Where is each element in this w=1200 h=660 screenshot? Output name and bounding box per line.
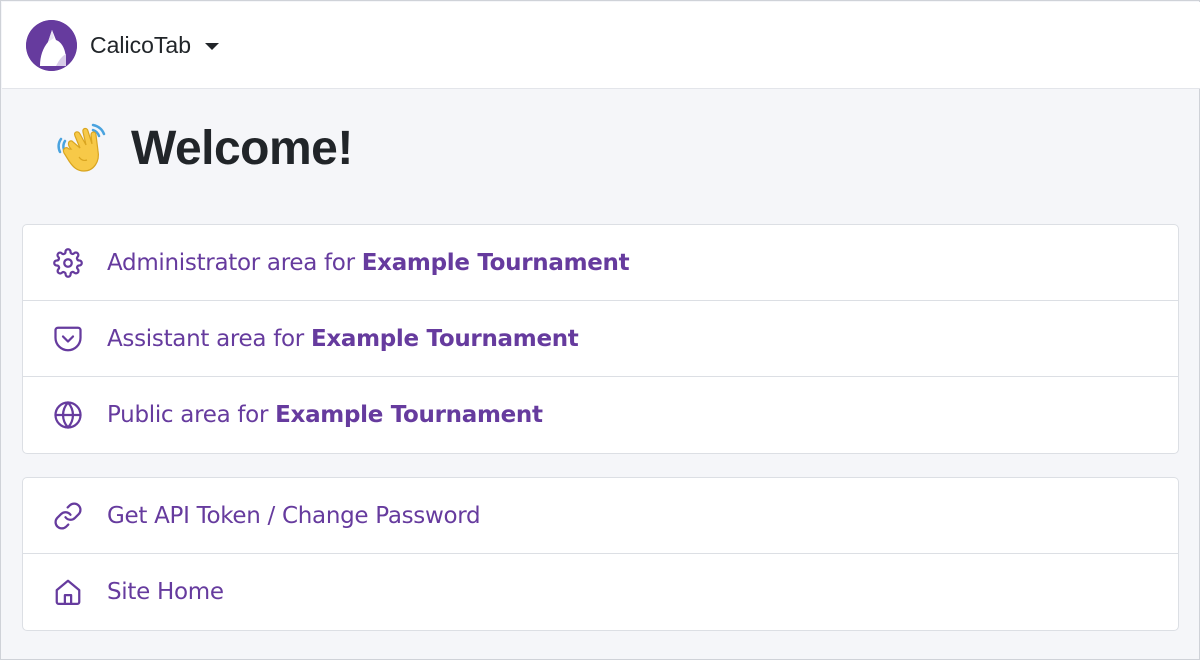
assistant-area-tournament: Example Tournament [310,325,579,352]
page-title: Welcome! [131,121,353,175]
navbar: CalicoTab [2,2,1200,89]
assistant-area-label: Assistant area for Example Tournament [107,326,579,352]
tournament-areas-list: Administrator area for Example Tournamen… [22,224,1179,454]
api-token-label: Get API Token / Change Password [107,502,481,529]
home-icon [53,577,83,607]
waving-hand-icon [57,123,106,172]
brand-dropdown-toggle[interactable]: CalicoTab [26,19,219,71]
api-token-link[interactable]: Get API Token / Change Password [23,478,1178,554]
admin-area-link[interactable]: Administrator area for Example Tournamen… [23,225,1178,301]
admin-area-prefix: Administrator area for [107,249,355,276]
account-links-list: Get API Token / Change Password Site Hom… [22,477,1179,631]
site-home-link[interactable]: Site Home [23,554,1178,630]
admin-area-label: Administrator area for Example Tournamen… [107,249,630,276]
site-home-label: Site Home [107,579,224,605]
public-area-label: Public area for Example Tournament [107,402,543,428]
link-icon [53,501,83,531]
caret-down-icon [205,42,219,50]
pocket-icon [53,324,83,354]
calicotab-logo-icon [26,19,77,71]
public-area-tournament: Example Tournament [275,402,543,428]
brand-name: CalicoTab [90,31,191,58]
globe-icon [53,400,83,430]
welcome-header: Welcome! [53,119,353,177]
public-area-link[interactable]: Public area for Example Tournament [23,377,1178,453]
assistant-area-link[interactable]: Assistant area for Example Tournament [23,301,1178,377]
page-frame: CalicoTab Welcome! Administrator area fo… [0,0,1200,660]
admin-area-tournament: Example Tournament [361,249,630,276]
gear-icon [53,247,83,278]
assistant-area-prefix: Assistant area for [107,325,304,352]
public-area-prefix: Public area for [107,402,269,428]
